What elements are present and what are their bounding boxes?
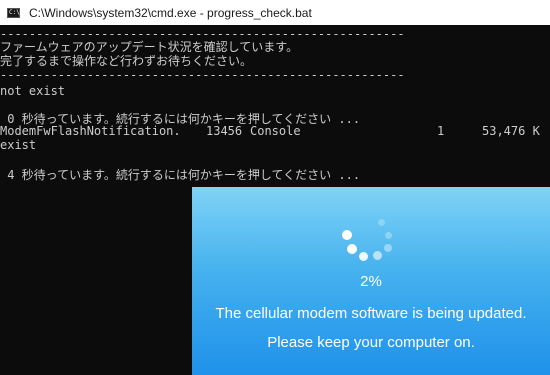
update-instruction: Please keep your computer on. <box>267 334 475 351</box>
window-title: C:\Windows\system32\cmd.exe - progress_c… <box>29 5 312 20</box>
process-memory-usage: 53,476 K <box>482 124 540 138</box>
console-line-timeout-4: 4 秒待っています。続行するには何かキーを押してください ... <box>0 168 361 182</box>
console-window-icon: C:\ <box>7 7 20 18</box>
process-table-row: ModemFwFlashNotification. 13456 Console … <box>0 124 550 138</box>
update-progress-percent: 2% <box>360 273 382 290</box>
process-session-name: Console <box>250 124 301 138</box>
update-notification-panel: 2% The cellular modem software is being … <box>192 187 550 375</box>
window-titlebar[interactable]: C:\ C:\Windows\system32\cmd.exe - progre… <box>0 0 550 25</box>
console-line-not-exist: not exist <box>0 84 66 98</box>
process-pid: 13456 <box>206 124 243 138</box>
spinner-dot <box>385 232 392 239</box>
spinner-dot <box>373 251 382 260</box>
spinner-dot <box>378 219 385 226</box>
process-image-name: ModemFwFlashNotification. <box>0 124 181 138</box>
separator-line-bottom: ----------------------------------------… <box>0 68 405 82</box>
spinner-dot <box>342 230 352 240</box>
spinner-dot <box>384 244 392 252</box>
console-line-confirming: ファームウェアのアップデート状況を確認しています。 <box>0 40 299 54</box>
separator-line-top: ----------------------------------------… <box>0 27 405 41</box>
console-icon-glyph: C:\ <box>9 8 20 16</box>
spinner-dot <box>347 244 357 254</box>
console-line-wait: 完了するまで操作など行わずお待ちください。 <box>0 54 253 68</box>
process-session-number: 1 <box>437 124 445 138</box>
update-message: The cellular modem software is being upd… <box>215 305 527 322</box>
loading-spinner-icon <box>192 187 550 277</box>
spinner-dot <box>359 252 368 261</box>
console-line-exist: exist <box>0 138 37 152</box>
